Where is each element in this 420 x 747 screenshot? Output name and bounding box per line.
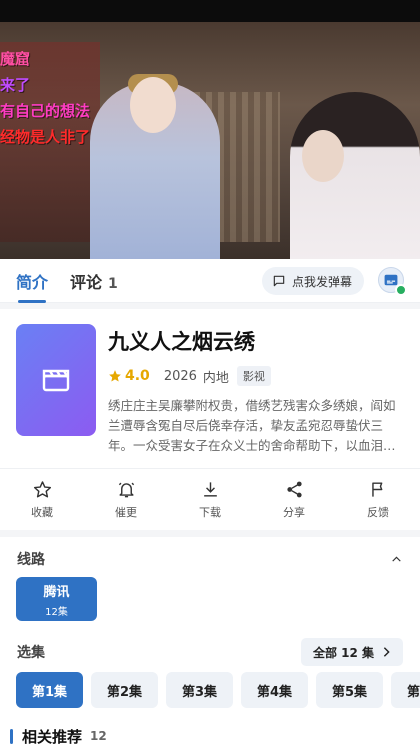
episodes-label: 选集 (17, 645, 45, 661)
feedback-button[interactable]: 反馈 (336, 469, 420, 530)
download-label: 下载 (199, 505, 221, 519)
chat-icon (273, 275, 285, 287)
danmaku-comment: 经物是人非了 (0, 128, 91, 146)
danmaku-comment: 有自己的想法 (0, 102, 91, 120)
video-poster (16, 324, 96, 436)
episode-item[interactable]: 第6集 (391, 672, 420, 708)
episode-item[interactable]: 第4集 (241, 672, 308, 708)
video-meta: 九义人之烟云绣 4.0 2026 内地 影视 绣庄庄主吴廉攀附权贵，借绣艺残害众… (108, 324, 404, 456)
figure-head (130, 77, 176, 133)
comment-count: 1 (108, 275, 118, 292)
clapperboard-icon (42, 369, 70, 392)
episodes-header: 选集 全部 12 集 (0, 634, 420, 670)
routes-header[interactable]: 线路 (0, 541, 420, 577)
remind-update-button[interactable]: 催更 (84, 469, 168, 530)
tab-intro[interactable]: 简介 (16, 269, 49, 303)
bell-icon (118, 482, 134, 497)
route-name: 腾讯 (43, 584, 70, 600)
recommend-count: 12 (90, 729, 107, 743)
send-danmaku-label: 点我发弹幕 (291, 274, 352, 289)
recommend-title: 相关推荐 (22, 727, 83, 746)
episode-item[interactable]: 第5集 (316, 672, 383, 708)
status-bar (0, 0, 420, 22)
year: 2026 (163, 368, 197, 384)
subtitle-icon (384, 274, 398, 286)
video-player[interactable]: 魔窟 来了 有自己的想法 经物是人非了 (0, 22, 420, 259)
enabled-check-icon (395, 284, 407, 296)
tab-comments-label: 评论 (70, 272, 103, 292)
video-info: 九义人之烟云绣 4.0 2026 内地 影视 绣庄庄主吴廉攀附权贵，借绣艺残害众… (0, 303, 420, 468)
favorite-button[interactable]: 收藏 (0, 469, 84, 530)
episode-item[interactable]: 第2集 (91, 672, 158, 708)
recommend-header: 相关推荐 12 (0, 724, 420, 747)
chevron-right-icon (383, 647, 390, 657)
star-icon (33, 480, 51, 497)
route-episode-count: 12集 (45, 606, 68, 618)
episode-list: 第1集 第2集 第3集 第4集 第5集 第6集 (0, 672, 420, 708)
video-figure-right (290, 92, 420, 259)
score: 4.0 (125, 368, 150, 384)
tab-comments[interactable]: 评论 1 (70, 269, 118, 293)
rating-row: 4.0 2026 内地 影视 (108, 366, 404, 386)
share-button[interactable]: 分享 (252, 469, 336, 530)
send-danmaku-button[interactable]: 点我发弹幕 (261, 267, 364, 295)
star-filled-icon (109, 370, 121, 382)
video-description[interactable]: 绣庄庄主吴廉攀附权贵，借绣艺残害众多绣娘，阎如兰遭辱含冤自尽后侥幸存活，挚友孟宛… (108, 396, 404, 456)
tab-intro-label: 简介 (16, 272, 49, 292)
section-accent-bar (10, 728, 13, 744)
share-label: 分享 (283, 505, 305, 519)
region: 内地 (202, 370, 229, 386)
routes-label: 线路 (17, 552, 45, 568)
flag-icon (371, 481, 382, 497)
danmaku-comment: 来了 (0, 76, 31, 94)
danmaku-comment: 魔窟 (0, 50, 31, 68)
video-title: 九义人之烟云绣 (108, 330, 255, 354)
video-figure-left (90, 74, 220, 259)
danmaku-toggle[interactable] (378, 267, 407, 296)
remind-update-label: 催更 (115, 505, 137, 519)
feedback-label: 反馈 (367, 505, 389, 519)
download-button[interactable]: 下载 (168, 469, 252, 530)
section-divider (0, 530, 420, 537)
download-icon (203, 481, 217, 497)
all-episodes-button[interactable]: 全部 12 集 (300, 638, 403, 666)
all-episodes-label: 全部 12 集 (312, 645, 374, 660)
detail-tabs: 简介 评论 1 点我发弹幕 (0, 259, 420, 303)
figure-face (302, 130, 344, 182)
favorite-label: 收藏 (31, 505, 53, 519)
route-tencent[interactable]: 腾讯 12集 (16, 577, 97, 621)
episode-item[interactable]: 第3集 (166, 672, 233, 708)
genre-badge: 影视 (236, 366, 271, 386)
share-icon (286, 481, 302, 497)
episode-item[interactable]: 第1集 (16, 672, 83, 708)
action-bar: 收藏 催更 下载 分享 反馈 (0, 468, 420, 530)
chevron-up-icon[interactable] (390, 553, 403, 566)
